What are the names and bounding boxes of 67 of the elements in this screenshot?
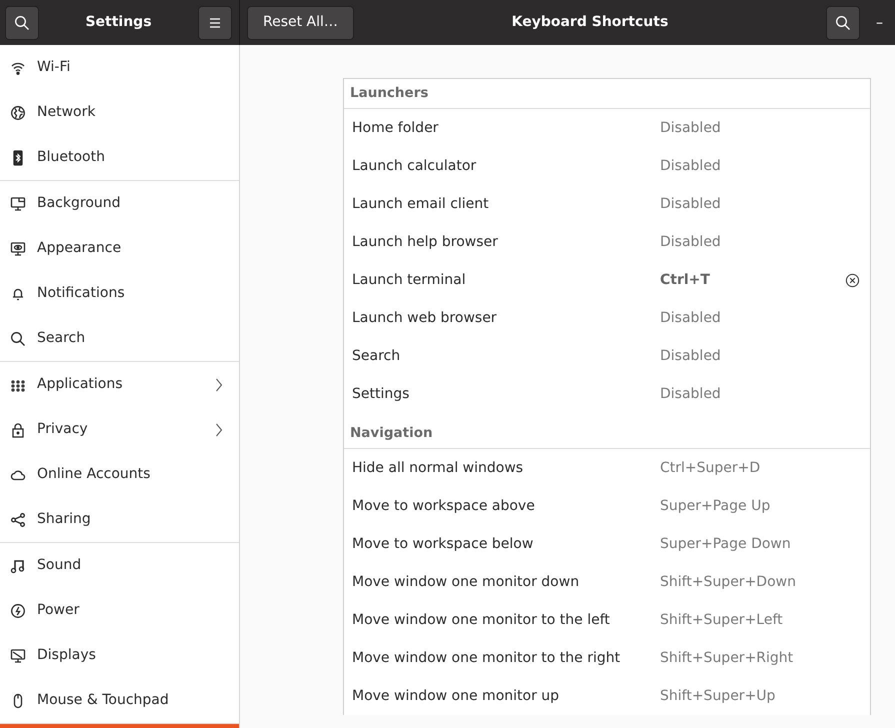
shortcut-name: Launch terminal — [352, 270, 467, 290]
search-button[interactable] — [826, 6, 860, 40]
shortcut-name: Home folder — [352, 118, 440, 138]
lock-icon — [10, 422, 26, 438]
monitor-icon — [10, 196, 26, 212]
shortcut-name: Search — [352, 346, 402, 366]
sidebar-item[interactable]: Bluetooth — [0, 135, 239, 180]
shortcut-key: Disabled — [660, 156, 860, 176]
shortcut-key: Shift+Super+Down — [660, 572, 860, 592]
monitor-icon — [10, 240, 26, 256]
shortcut-name: Launch email client — [352, 194, 490, 214]
shortcut-key: Disabled — [660, 232, 860, 252]
search-icon — [835, 14, 851, 30]
sidebar-item[interactable]: Online Accounts — [0, 452, 239, 497]
shortcut-name: Move to workspace below — [352, 534, 534, 554]
shortcut-key: Shift+Super+Right — [660, 648, 860, 668]
section-heading: Navigation — [344, 419, 870, 449]
shortcut-key: Disabled — [660, 194, 860, 214]
sidebar-item[interactable]: Appearance — [0, 226, 239, 271]
sidebar-item[interactable]: Applications — [0, 362, 239, 407]
shortcut-name: Launch web browser — [352, 308, 498, 328]
shortcut-key: Disabled — [660, 118, 860, 138]
search-button[interactable] — [5, 6, 39, 40]
search-icon — [14, 14, 30, 30]
shortcut-name: Move window one monitor to the right — [352, 648, 622, 668]
sidebar-item[interactable]: Sharing — [0, 497, 239, 542]
sidebar-item[interactable]: Privacy — [0, 407, 239, 452]
minimize-button[interactable]: – — [876, 16, 883, 30]
shortcut-key: Super+Page Down — [660, 534, 860, 554]
shortcut-key: Disabled — [660, 384, 860, 404]
shortcut-name: Move window one monitor to the left — [352, 610, 611, 630]
music-note-icon — [10, 558, 26, 574]
shortcut-name: Launch help browser — [352, 232, 499, 252]
monitor-icon — [10, 648, 26, 664]
shortcut-key: Super+Page Up — [660, 496, 860, 516]
shortcut-key: Shift+Super+Left — [660, 610, 860, 630]
power-icon — [10, 602, 26, 618]
globe-icon — [10, 104, 26, 120]
sidebar-item[interactable]: Wi-Fi — [0, 45, 239, 90]
shortcut-name: Move window one monitor up — [352, 686, 560, 706]
shortcut-name: Launch calculator — [352, 156, 478, 176]
shortcut-name: Hide all normal windows — [352, 458, 524, 478]
search-icon — [10, 330, 26, 346]
sidebar-item[interactable]: Sound — [0, 543, 239, 588]
section-heading: Launchers — [344, 79, 870, 109]
reset-shortcut-button[interactable] — [845, 272, 860, 288]
sidebar-item[interactable]: Background — [0, 181, 239, 226]
panel-title: Keyboard Shortcuts — [510, 13, 670, 32]
sidebar-item[interactable]: Search — [0, 316, 239, 361]
reset-all-button[interactable]: Reset All… — [247, 6, 354, 40]
sidebar-item[interactable]: Displays — [0, 633, 239, 678]
window-title: Settings — [85, 13, 152, 32]
shortcut-name: Settings — [352, 384, 410, 404]
shortcut-key: Disabled — [660, 308, 860, 328]
shortcut-name: Move window one monitor down — [352, 572, 580, 592]
shortcut-key: Ctrl+Super+D — [660, 458, 860, 478]
shortcut-key: Disabled — [660, 346, 860, 366]
sidebar-item[interactable]: Power — [0, 588, 239, 633]
shortcut-name: Move to workspace above — [352, 496, 536, 516]
shortcut-key: Shift+Super+Up — [660, 686, 860, 706]
sidebar-item[interactable]: Notifications — [0, 271, 239, 316]
close-icon — [845, 272, 860, 288]
shortcut-key: Ctrl+T — [660, 270, 845, 290]
sidebar-item[interactable]: Mouse & Touchpad — [0, 678, 239, 723]
menu-button[interactable] — [198, 6, 232, 40]
sidebar-item[interactable]: Network — [0, 90, 239, 135]
share-icon — [10, 512, 26, 528]
